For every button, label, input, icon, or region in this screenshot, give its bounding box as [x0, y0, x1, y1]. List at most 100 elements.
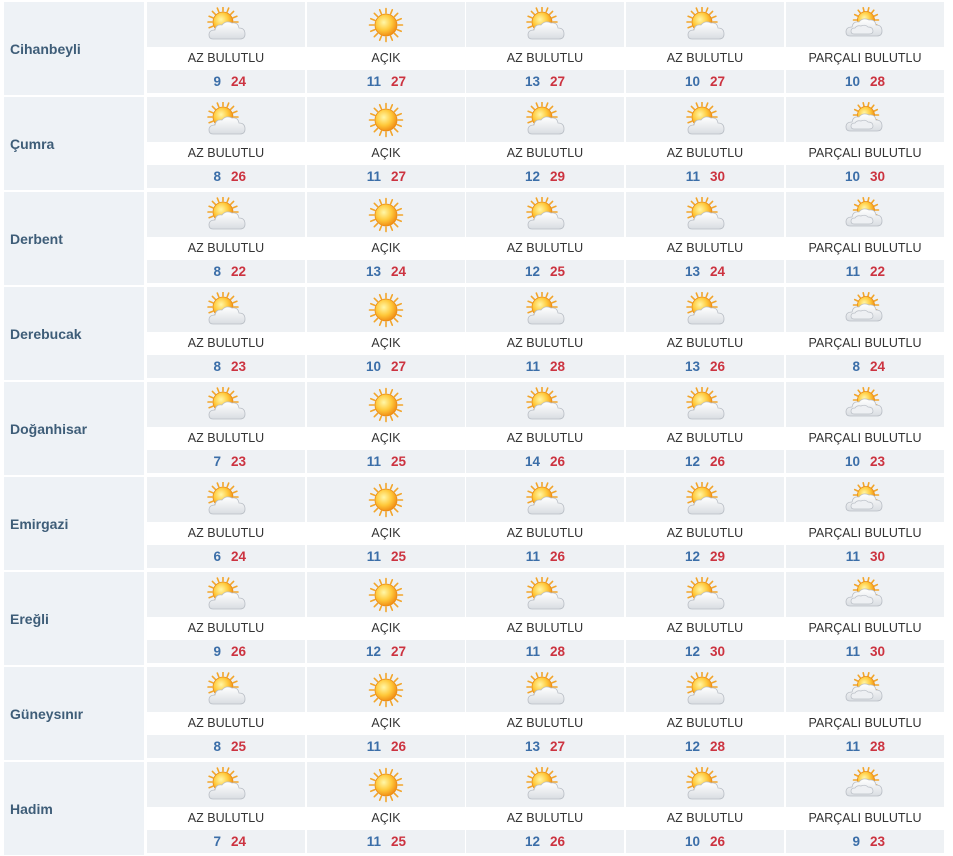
weather-icon-area — [147, 287, 305, 332]
forecast-day-cell: AZ BULUTLU 6 24 — [147, 477, 305, 570]
weather-icon-area — [466, 192, 624, 237]
forecast-day-cell: AZ BULUTLU 14 26 — [466, 382, 624, 475]
condition-label: AÇIK — [307, 617, 465, 640]
condition-label: AZ BULUTLU — [466, 807, 624, 830]
weather-icon-area — [786, 97, 944, 142]
condition-label: AZ BULUTLU — [147, 47, 305, 70]
max-temperature: 24 — [231, 834, 247, 849]
city-name[interactable]: Doğanhisar — [10, 421, 87, 437]
condition-label: AÇIK — [307, 47, 465, 70]
min-temperature: 11 — [366, 739, 381, 754]
city-name[interactable]: Güneysınır — [10, 706, 83, 722]
min-temperature: 9 — [213, 644, 221, 659]
min-temperature: 11 — [845, 644, 860, 659]
forecast-day-cell: PARÇALI BULUTLU 11 30 — [786, 572, 944, 665]
max-temperature: 26 — [710, 834, 726, 849]
condition-label: AÇIK — [307, 332, 465, 355]
temperature-range: 13 27 — [466, 70, 624, 93]
temperature-range: 12 26 — [626, 450, 784, 473]
min-temperature: 10 — [365, 359, 381, 374]
condition-label: AZ BULUTLU — [626, 332, 784, 355]
min-temperature: 8 — [213, 739, 221, 754]
city-name[interactable]: Emirgazi — [10, 516, 68, 532]
weather-icon-area — [786, 572, 944, 617]
temperature-range: 11 28 — [466, 355, 624, 378]
weather-icon-area — [147, 667, 305, 712]
max-temperature: 26 — [391, 739, 407, 754]
city-name[interactable]: Hadim — [10, 801, 53, 817]
max-temperature: 30 — [870, 644, 886, 659]
city-name[interactable]: Cihanbeyli — [10, 41, 81, 57]
condition-label: AZ BULUTLU — [147, 427, 305, 450]
condition-label: AZ BULUTLU — [147, 237, 305, 260]
condition-label: AÇIK — [307, 142, 465, 165]
city-row: Güneysınır AZ BULUTLU 8 25 AÇIK 11 26 AZ… — [0, 667, 944, 760]
city-name[interactable]: Derebucak — [10, 326, 82, 342]
max-temperature: 29 — [710, 549, 726, 564]
max-temperature: 27 — [391, 644, 407, 659]
forecast-day-cell: AZ BULUTLU 8 22 — [147, 192, 305, 285]
condition-label: AZ BULUTLU — [466, 712, 624, 735]
temperature-range: 10 30 — [786, 165, 944, 188]
weather-icon-area — [307, 192, 465, 237]
temperature-range: 12 29 — [626, 545, 784, 568]
max-temperature: 28 — [550, 359, 566, 374]
condition-label: AZ BULUTLU — [466, 47, 624, 70]
city-name-cell: Emirgazi — [4, 477, 144, 570]
temperature-range: 11 26 — [307, 735, 465, 758]
min-temperature: 6 — [213, 549, 221, 564]
temperature-range: 12 30 — [626, 640, 784, 663]
temperature-range: 13 27 — [466, 735, 624, 758]
temperature-range: 9 24 — [147, 70, 305, 93]
min-temperature: 11 — [366, 169, 381, 184]
forecast-day-cell: AÇIK 11 25 — [307, 382, 465, 475]
condition-label: AZ BULUTLU — [147, 522, 305, 545]
city-name[interactable]: Derbent — [10, 231, 63, 247]
weather-icon-area — [307, 667, 465, 712]
max-temperature: 28 — [550, 644, 566, 659]
condition-label: AZ BULUTLU — [626, 712, 784, 735]
city-row: Cihanbeyli AZ BULUTLU 9 24 AÇIK 11 27 AZ… — [0, 2, 944, 95]
forecast-day-cell: AZ BULUTLU 12 26 — [466, 762, 624, 855]
forecast-day-cell: AZ BULUTLU 8 23 — [147, 287, 305, 380]
city-name-cell: Cihanbeyli — [4, 2, 144, 95]
city-name-cell: Derebucak — [4, 287, 144, 380]
condition-label: PARÇALI BULUTLU — [786, 142, 944, 165]
max-temperature: 24 — [231, 74, 247, 89]
temperature-range: 11 28 — [786, 735, 944, 758]
condition-label: AZ BULUTLU — [147, 142, 305, 165]
forecast-day-cell: PARÇALI BULUTLU 10 30 — [786, 97, 944, 190]
min-temperature: 8 — [213, 359, 221, 374]
weather-icon-area — [147, 572, 305, 617]
max-temperature: 26 — [231, 644, 247, 659]
city-row: Hadim AZ BULUTLU 7 24 AÇIK 11 25 AZ BULU… — [0, 762, 944, 855]
temperature-range: 13 26 — [626, 355, 784, 378]
weather-icon-area — [786, 2, 944, 47]
temperature-range: 12 26 — [466, 830, 624, 853]
max-temperature: 25 — [391, 834, 407, 849]
forecast-day-cell: AZ BULUTLU 9 24 — [147, 2, 305, 95]
condition-label: AZ BULUTLU — [626, 427, 784, 450]
city-name[interactable]: Ereğli — [10, 611, 49, 627]
min-temperature: 8 — [852, 359, 860, 374]
forecast-day-cell: AZ BULUTLU 11 26 — [466, 477, 624, 570]
forecast-day-cell: PARÇALI BULUTLU 9 23 — [786, 762, 944, 855]
temperature-range: 10 28 — [786, 70, 944, 93]
forecast-day-cell: AZ BULUTLU 12 29 — [466, 97, 624, 190]
forecast-day-cell: AÇIK 12 27 — [307, 572, 465, 665]
min-temperature: 7 — [213, 454, 221, 469]
weather-icon-area — [147, 2, 305, 47]
city-name[interactable]: Çumra — [10, 136, 54, 152]
weather-icon-area — [626, 287, 784, 332]
forecast-day-cell: AZ BULUTLU 12 26 — [626, 382, 784, 475]
weather-icon-area — [466, 667, 624, 712]
max-temperature: 30 — [710, 644, 726, 659]
temperature-range: 8 23 — [147, 355, 305, 378]
city-name-cell: Hadim — [4, 762, 144, 855]
city-name-cell: Doğanhisar — [4, 382, 144, 475]
weather-icon-area — [466, 97, 624, 142]
temperature-range: 10 27 — [307, 355, 465, 378]
forecast-day-cell: AZ BULUTLU 9 26 — [147, 572, 305, 665]
min-temperature: 10 — [684, 834, 700, 849]
max-temperature: 30 — [870, 549, 886, 564]
